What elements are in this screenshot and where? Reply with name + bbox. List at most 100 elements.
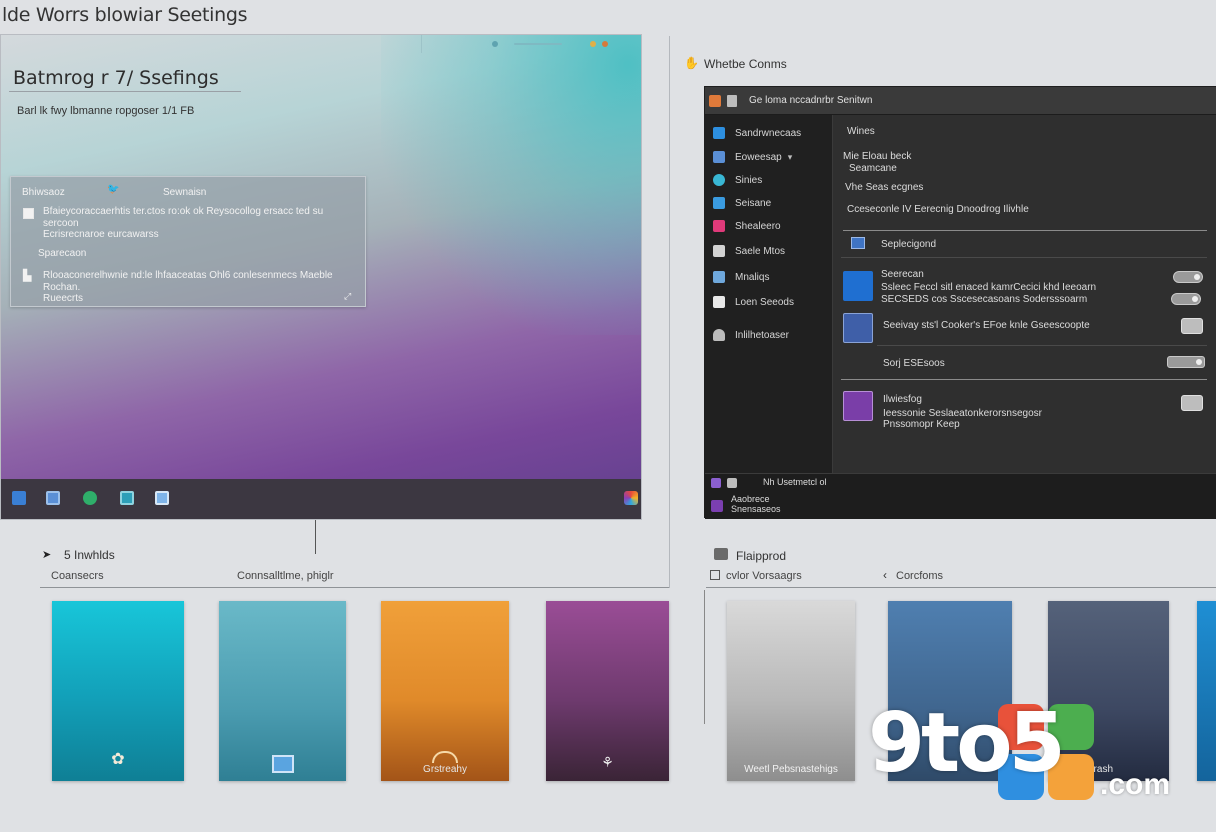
group-icon [851,237,865,249]
card-row2-line1: Rlooaconerelhwnie nd:le lhfaaceatas Ohl6… [43,270,333,281]
right-footer-label: Flaipprod [736,549,787,563]
store-icon[interactable] [120,491,134,505]
sidebar-item-label: Sandrwnecaas [735,127,802,139]
explorer-icon[interactable] [46,491,60,505]
settings-title: Ge loma nccadnrbr Senitwn [749,95,873,106]
contrast-icon [843,391,873,421]
desktop-preview-window: Batmrog r 7/ Ssefings Barl lk fwy lbmann… [0,34,642,520]
window-icon [727,478,737,488]
sidebar-item-2[interactable]: Sinies [713,170,829,190]
sidebar-item-label: Inlilhetoaser [735,329,789,341]
option-3-desc2: Pnssomopr Keep [883,419,960,430]
right-footer-sub1[interactable]: cvlor Vorsaagrs [726,570,802,582]
card-tab-1[interactable]: Bhiwsaoz [22,187,65,198]
sidebar-item-7[interactable]: Loen Seeods [713,292,829,312]
wallpaper-thumb-0[interactable]: ✿ [52,601,184,781]
checkbox-1[interactable] [23,208,34,219]
option-2-toggle[interactable] [1167,356,1205,368]
wallpaper-thumb-1[interactable] [219,601,346,781]
sidebar-item-3[interactable]: Seisane [713,193,829,213]
transparency-icon [843,313,873,343]
card-tab-2[interactable]: Sewnaisn [163,187,206,198]
expand-icon[interactable]: ⤢ [344,291,351,302]
user-icon [713,329,725,341]
main-line3: Vhe Seas ecgnes [845,182,924,193]
image-icon [713,151,725,163]
sidebar-item-label: Loen Seeods [735,296,794,308]
accent-color-icon [843,271,873,301]
option-0-title: Seerecan [881,269,924,280]
wallpaper-accent [381,35,641,335]
sidebar-item-label: Mnaliqs [735,271,770,283]
thumb-caption-2: Grstreahy [423,764,467,775]
section-divider [843,230,1207,231]
taskbar [1,479,641,519]
colorful-tray-icon[interactable] [624,491,638,505]
watermark-text: 9to5 [868,696,1066,791]
settings-bottombar: Nh Usetmetcl ol Aaobrece Snensaseos [705,473,1216,519]
wallpaper-thumb-2[interactable]: Grstreahy [381,601,509,781]
sidebar-item-8[interactable]: Inlilhetoaser [713,325,829,345]
app-icon [709,95,721,107]
settings-sidebar: Sandrwnecaas Eoweesap ▾ Sinies Seisane Sh… [705,115,833,473]
wallpaper-thumb-7[interactable] [1197,601,1216,781]
sidebar-item-label: Saele Mtos [735,245,786,257]
sidebar-item-5[interactable]: Saele Mtos [713,241,829,261]
wallpaper-thumb-3[interactable]: ⚘ [546,601,669,781]
option-0-toggle-2[interactable] [1171,293,1201,305]
watermark-suffix: .com [1100,768,1171,801]
color-icon [713,174,725,186]
card-row2-line3: Rueecrts [43,293,84,304]
preview-titlebar [421,35,641,53]
sidebar-item-0[interactable]: Sandrwnecaas [713,123,829,143]
option-1-button[interactable] [1181,318,1203,334]
card-row2-line2: Rochan. [43,282,81,293]
notification-card[interactable]: Bhiwsaoz 🐦 Sewnaisn Bfaieycoraccaerhtis … [10,176,366,307]
sidebar-item-1[interactable]: Eoweesap ▾ [713,147,829,167]
sidebar-item-label: Seisane [735,197,772,209]
window-icon [727,95,737,107]
chevron-left-icon[interactable]: ‹ [883,568,887,582]
sidebar-item-6[interactable]: Mnaliqs [713,267,829,287]
option-3-button[interactable] [1181,395,1203,411]
option-0-desc2: SECSEDS cos Sscesecasoans Sodersssoarm [881,294,1088,305]
app-badge-icon [711,478,721,488]
main-line1: Mie Eloau beck [843,151,912,162]
flower-icon: ✿ [111,751,125,768]
taskbar-icon [713,296,725,308]
bottom-line1: Nh Usetmetcl ol [763,477,827,487]
option-0-toggle[interactable] [1173,271,1203,283]
connector-line [315,520,316,554]
right-window-label: Whetbe Conms [704,57,787,71]
wallpaper-thumb-4[interactable]: Weetl Pebsnastehigs [727,601,855,781]
chevron-down-icon: ▾ [787,151,793,162]
group-label: Seplecigond [881,239,937,250]
preview-heading: Batmrog r 7/ Ssefings [13,67,219,89]
left-footer-sub1[interactable]: Coansecrs [51,570,104,582]
purple-app-icon[interactable] [711,500,723,512]
mail-icon[interactable] [155,491,169,505]
main-line2: Seamcane [849,163,897,174]
right-footer-sub2[interactable]: Corcfoms [896,570,943,582]
sidebar-item-label: Eoweesap [735,151,782,163]
page-title: lde Worrs blowiar Seetings [2,4,248,26]
search-icon[interactable] [710,570,720,580]
left-footer-divider [40,587,670,588]
option-2-title: Sorj ESEsoos [883,358,945,369]
sidebar-item-4[interactable]: Shealeero [713,216,829,236]
bottom-line3: Snensaseos [731,504,781,514]
start-icon[interactable] [12,491,26,505]
minimize-icon[interactable] [590,41,596,47]
palette-icon [713,127,725,139]
edge-icon[interactable] [83,491,97,505]
left-footer-label: 5 Inwhlds [64,548,115,562]
close-icon[interactable] [602,41,608,47]
cursor-icon: ➤ [42,549,52,561]
settings-titlebar: Ge loma nccadnrbr Senitwn [705,87,1216,115]
brush-icon [713,197,725,209]
arc-icon [432,751,458,763]
settings-main: Wines Mie Eloau beck Seamcane Vhe Seas e… [833,115,1216,473]
panel-divider [669,36,670,588]
main-heading: Wines [847,126,875,137]
left-footer-sub2[interactable]: Connsalltlme, phiglr [237,570,334,582]
